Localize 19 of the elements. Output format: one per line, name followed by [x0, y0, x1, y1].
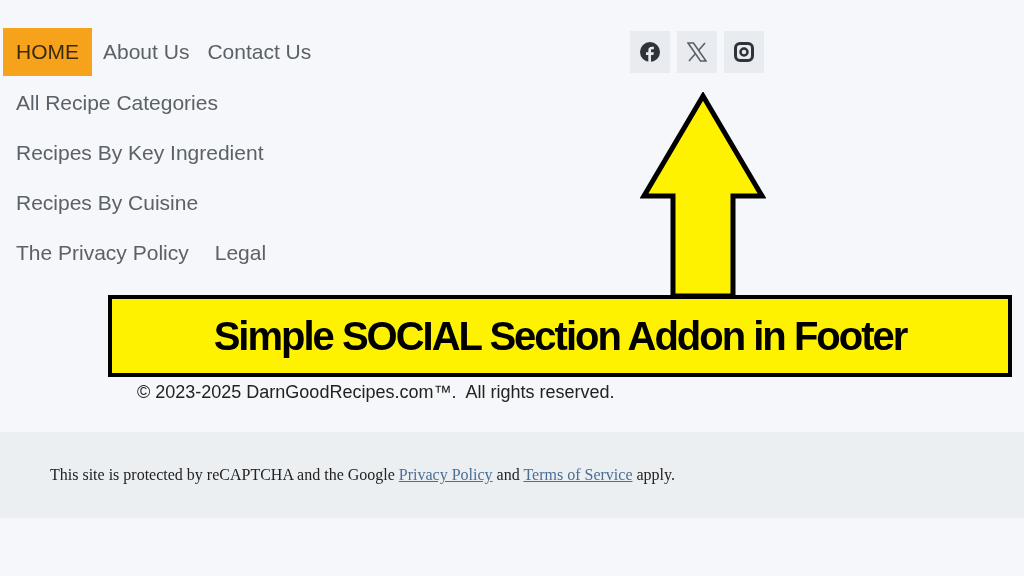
recaptcha-notice: This site is protected by reCAPTCHA and the Google Privacy Policy and Terms of Service apply.	[50, 466, 675, 484]
nav-link[interactable]: Contact Us	[200, 28, 319, 76]
social-button[interactable]	[724, 31, 764, 73]
nav-link[interactable]: About Us	[96, 28, 197, 76]
footer-link[interactable]: All Recipe Categories	[16, 91, 218, 115]
annotation-text: Simple SOCIAL Section Addon in Footer	[213, 313, 907, 359]
terms-of-service-link[interactable]: Terms of Service	[523, 466, 633, 483]
social-button[interactable]	[630, 31, 670, 73]
footer-link[interactable]: Recipes By Cuisine	[16, 191, 199, 215]
facebook-icon	[640, 42, 660, 62]
nav-link[interactable]: HOME	[3, 28, 92, 76]
x-logo-icon	[687, 42, 707, 62]
privacy-policy-link[interactable]: Privacy Policy	[398, 466, 493, 483]
instagram-icon	[734, 42, 754, 62]
footer-link[interactable]: Legal	[214, 241, 267, 265]
copyright-text: © 2023-2025 DarnGoodRecipes.com™. All rights reserved.	[137, 382, 615, 403]
social-button[interactable]	[677, 31, 717, 73]
footer-link[interactable]: The Privacy Policy	[16, 241, 189, 265]
footer-link[interactable]: Recipes By Key Ingredient	[16, 141, 264, 165]
